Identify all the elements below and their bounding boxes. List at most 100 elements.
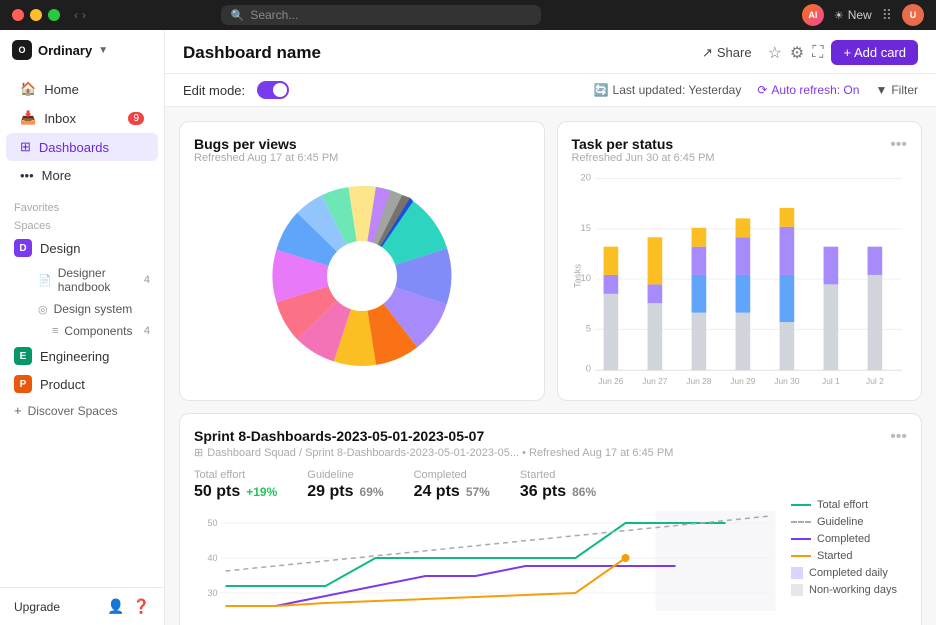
sidebar-nav: 🏠 Home 📥 Inbox 9 ⊞ Dashboards ••• More bbox=[0, 70, 164, 194]
sidebar-item-home[interactable]: 🏠 Home bbox=[6, 75, 158, 103]
edit-mode-toggle[interactable] bbox=[257, 81, 289, 99]
toolbar: Edit mode: 🔄 Last updated: Yesterday ⟳ A… bbox=[165, 74, 936, 107]
metric-label-3: Started bbox=[520, 469, 596, 481]
dashboard-area: Bugs per views Refreshed Aug 17 at 6:45 … bbox=[165, 107, 936, 625]
space-item-design[interactable]: D Design bbox=[0, 234, 164, 262]
svg-text:Jun 29: Jun 29 bbox=[730, 376, 755, 386]
metric-pct-0: +19% bbox=[246, 485, 277, 499]
sub-item-components[interactable]: ≡ Components 4 bbox=[0, 320, 164, 342]
bar-chart-container: 20 15 10 5 0 Tasks bbox=[572, 166, 908, 386]
toggle-knob bbox=[273, 83, 287, 97]
workspace-icon: O bbox=[12, 40, 32, 60]
star-icon[interactable]: ☆ bbox=[768, 43, 782, 63]
space-item-product[interactable]: P Product bbox=[0, 370, 164, 398]
search-bar[interactable]: 🔍 Search... bbox=[221, 5, 541, 25]
legend-guideline: Guideline bbox=[791, 516, 907, 528]
cards-row: Bugs per views Refreshed Aug 17 at 6:45 … bbox=[179, 121, 922, 401]
close-button[interactable] bbox=[12, 9, 24, 21]
legend-line-completed bbox=[791, 538, 811, 540]
share-icon: ↗ bbox=[702, 45, 713, 61]
components-count: 4 bbox=[144, 325, 150, 337]
sub-item-designer-handbook[interactable]: 📄 Designer handbook 4 bbox=[0, 262, 164, 298]
workspace-header: O Ordinary ▼ bbox=[0, 30, 164, 70]
sprint-body: Total effort 50 pts +19% Guideline 29 pt… bbox=[194, 469, 907, 625]
sprint-title: Sprint 8-Dashboards-2023-05-01-2023-05-0… bbox=[194, 428, 890, 444]
search-placeholder: Search... bbox=[250, 8, 298, 22]
workspace-name: Ordinary bbox=[38, 43, 92, 58]
design-avatar: D bbox=[14, 239, 32, 257]
metric-total-effort: Total effort 50 pts +19% bbox=[194, 469, 277, 501]
svg-text:Jun 28: Jun 28 bbox=[686, 376, 711, 386]
inbox-icon: 📥 bbox=[20, 110, 36, 126]
maximize-button[interactable] bbox=[48, 9, 60, 21]
titlebar: ‹ › 🔍 Search... AI ☀ New ⠿ U bbox=[0, 0, 936, 30]
sprint-breadcrumb: ⊞ Dashboard Squad / Sprint 8-Dashboards-… bbox=[194, 446, 890, 459]
add-card-button[interactable]: + Add card bbox=[831, 40, 918, 65]
main-header: Dashboard name ↗ Share ☆ ⚙ ⛶ + Add card bbox=[165, 30, 936, 74]
metric-value-0: 50 pts +19% bbox=[194, 483, 277, 501]
metric-pct-2: 57% bbox=[466, 485, 490, 499]
nav-arrows: ‹ › bbox=[74, 8, 86, 22]
user-avatar[interactable]: U bbox=[902, 4, 924, 26]
metric-value-2: 24 pts 57% bbox=[414, 483, 490, 501]
ai-button[interactable]: AI bbox=[802, 4, 824, 26]
search-icon: 🔍 bbox=[231, 9, 245, 22]
pie-chart-container bbox=[194, 166, 530, 386]
more-icon: ••• bbox=[20, 168, 34, 183]
space-item-engineering[interactable]: E Engineering bbox=[0, 342, 164, 370]
metric-label-1: Guideline bbox=[307, 469, 383, 481]
handbook-count: 4 bbox=[144, 274, 150, 286]
task-card-subtitle: Refreshed Jun 30 at 6:45 PM bbox=[572, 152, 891, 164]
task-card-menu[interactable]: ••• bbox=[890, 136, 907, 154]
traffic-lights bbox=[12, 9, 60, 21]
sidebar: O Ordinary ▼ 🏠 Home 📥 Inbox 9 ⊞ Dashboar… bbox=[0, 30, 165, 625]
auto-refresh-icon: ⟳ bbox=[757, 83, 767, 97]
auto-refresh-button[interactable]: ⟳ Auto refresh: On bbox=[757, 83, 859, 97]
dashboard-icon: ⊞ bbox=[194, 446, 203, 459]
svg-text:Jul 1: Jul 1 bbox=[822, 376, 840, 386]
product-avatar: P bbox=[14, 375, 32, 393]
grid-icon[interactable]: ⠿ bbox=[882, 7, 892, 24]
sprint-legend: Total effort Guideline Completed St bbox=[777, 469, 907, 625]
settings-icon[interactable]: ⚙ bbox=[790, 43, 804, 63]
page-title: Dashboard name bbox=[183, 43, 321, 63]
bugs-card-header: Bugs per views Refreshed Aug 17 at 6:45 … bbox=[194, 136, 530, 164]
sidebar-item-dashboards[interactable]: ⊞ Dashboards bbox=[6, 133, 158, 161]
sidebar-item-more[interactable]: ••• More bbox=[6, 162, 158, 189]
task-card-header: Task per status Refreshed Jun 30 at 6:45… bbox=[572, 136, 908, 164]
sprint-card-menu[interactable]: ••• bbox=[890, 428, 907, 446]
sidebar-item-inbox[interactable]: 📥 Inbox 9 bbox=[6, 104, 158, 132]
forward-arrow[interactable]: › bbox=[82, 8, 86, 22]
workspace-selector[interactable]: O Ordinary ▼ bbox=[12, 40, 108, 60]
back-arrow[interactable]: ‹ bbox=[74, 8, 78, 22]
circle-icon: ◎ bbox=[38, 303, 48, 316]
profile-icon[interactable]: 👤 bbox=[107, 598, 124, 615]
legend-started: Started bbox=[791, 550, 907, 562]
bar-chart-svg: 20 15 10 5 0 Tasks bbox=[572, 166, 908, 386]
metric-pct-1: 69% bbox=[360, 485, 384, 499]
new-button[interactable]: ☀ New bbox=[834, 8, 872, 22]
svg-text:20: 20 bbox=[580, 172, 590, 183]
sub-item-design-system[interactable]: ◎ Design system bbox=[0, 298, 164, 320]
svg-text:Tasks: Tasks bbox=[572, 264, 583, 288]
help-icon[interactable]: ❓ bbox=[133, 598, 150, 615]
svg-text:0: 0 bbox=[585, 362, 590, 373]
last-updated: 🔄 Last updated: Yesterday bbox=[594, 83, 742, 97]
svg-text:30: 30 bbox=[207, 588, 217, 598]
task-status-card: Task per status Refreshed Jun 30 at 6:45… bbox=[557, 121, 923, 401]
sprint-card: Sprint 8-Dashboards-2023-05-01-2023-05-0… bbox=[179, 413, 922, 625]
upgrade-button[interactable]: Upgrade bbox=[14, 600, 99, 614]
refresh-icon: 🔄 bbox=[594, 83, 609, 97]
svg-text:(Today): (Today) bbox=[774, 385, 798, 386]
minimize-button[interactable] bbox=[30, 9, 42, 21]
metric-completed: Completed 24 pts 57% bbox=[414, 469, 490, 501]
discover-spaces[interactable]: + Discover Spaces bbox=[0, 398, 164, 423]
bugs-card-title: Bugs per views bbox=[194, 136, 338, 152]
inbox-badge: 9 bbox=[128, 112, 144, 125]
expand-icon[interactable]: ⛶ bbox=[812, 44, 823, 62]
share-button[interactable]: ↗ Share bbox=[694, 41, 760, 65]
filter-button[interactable]: ▼ Filter bbox=[875, 83, 918, 97]
header-actions: ↗ Share ☆ ⚙ ⛶ + Add card bbox=[694, 40, 918, 65]
svg-text:40: 40 bbox=[207, 553, 217, 563]
metric-value-1: 29 pts 69% bbox=[307, 483, 383, 501]
